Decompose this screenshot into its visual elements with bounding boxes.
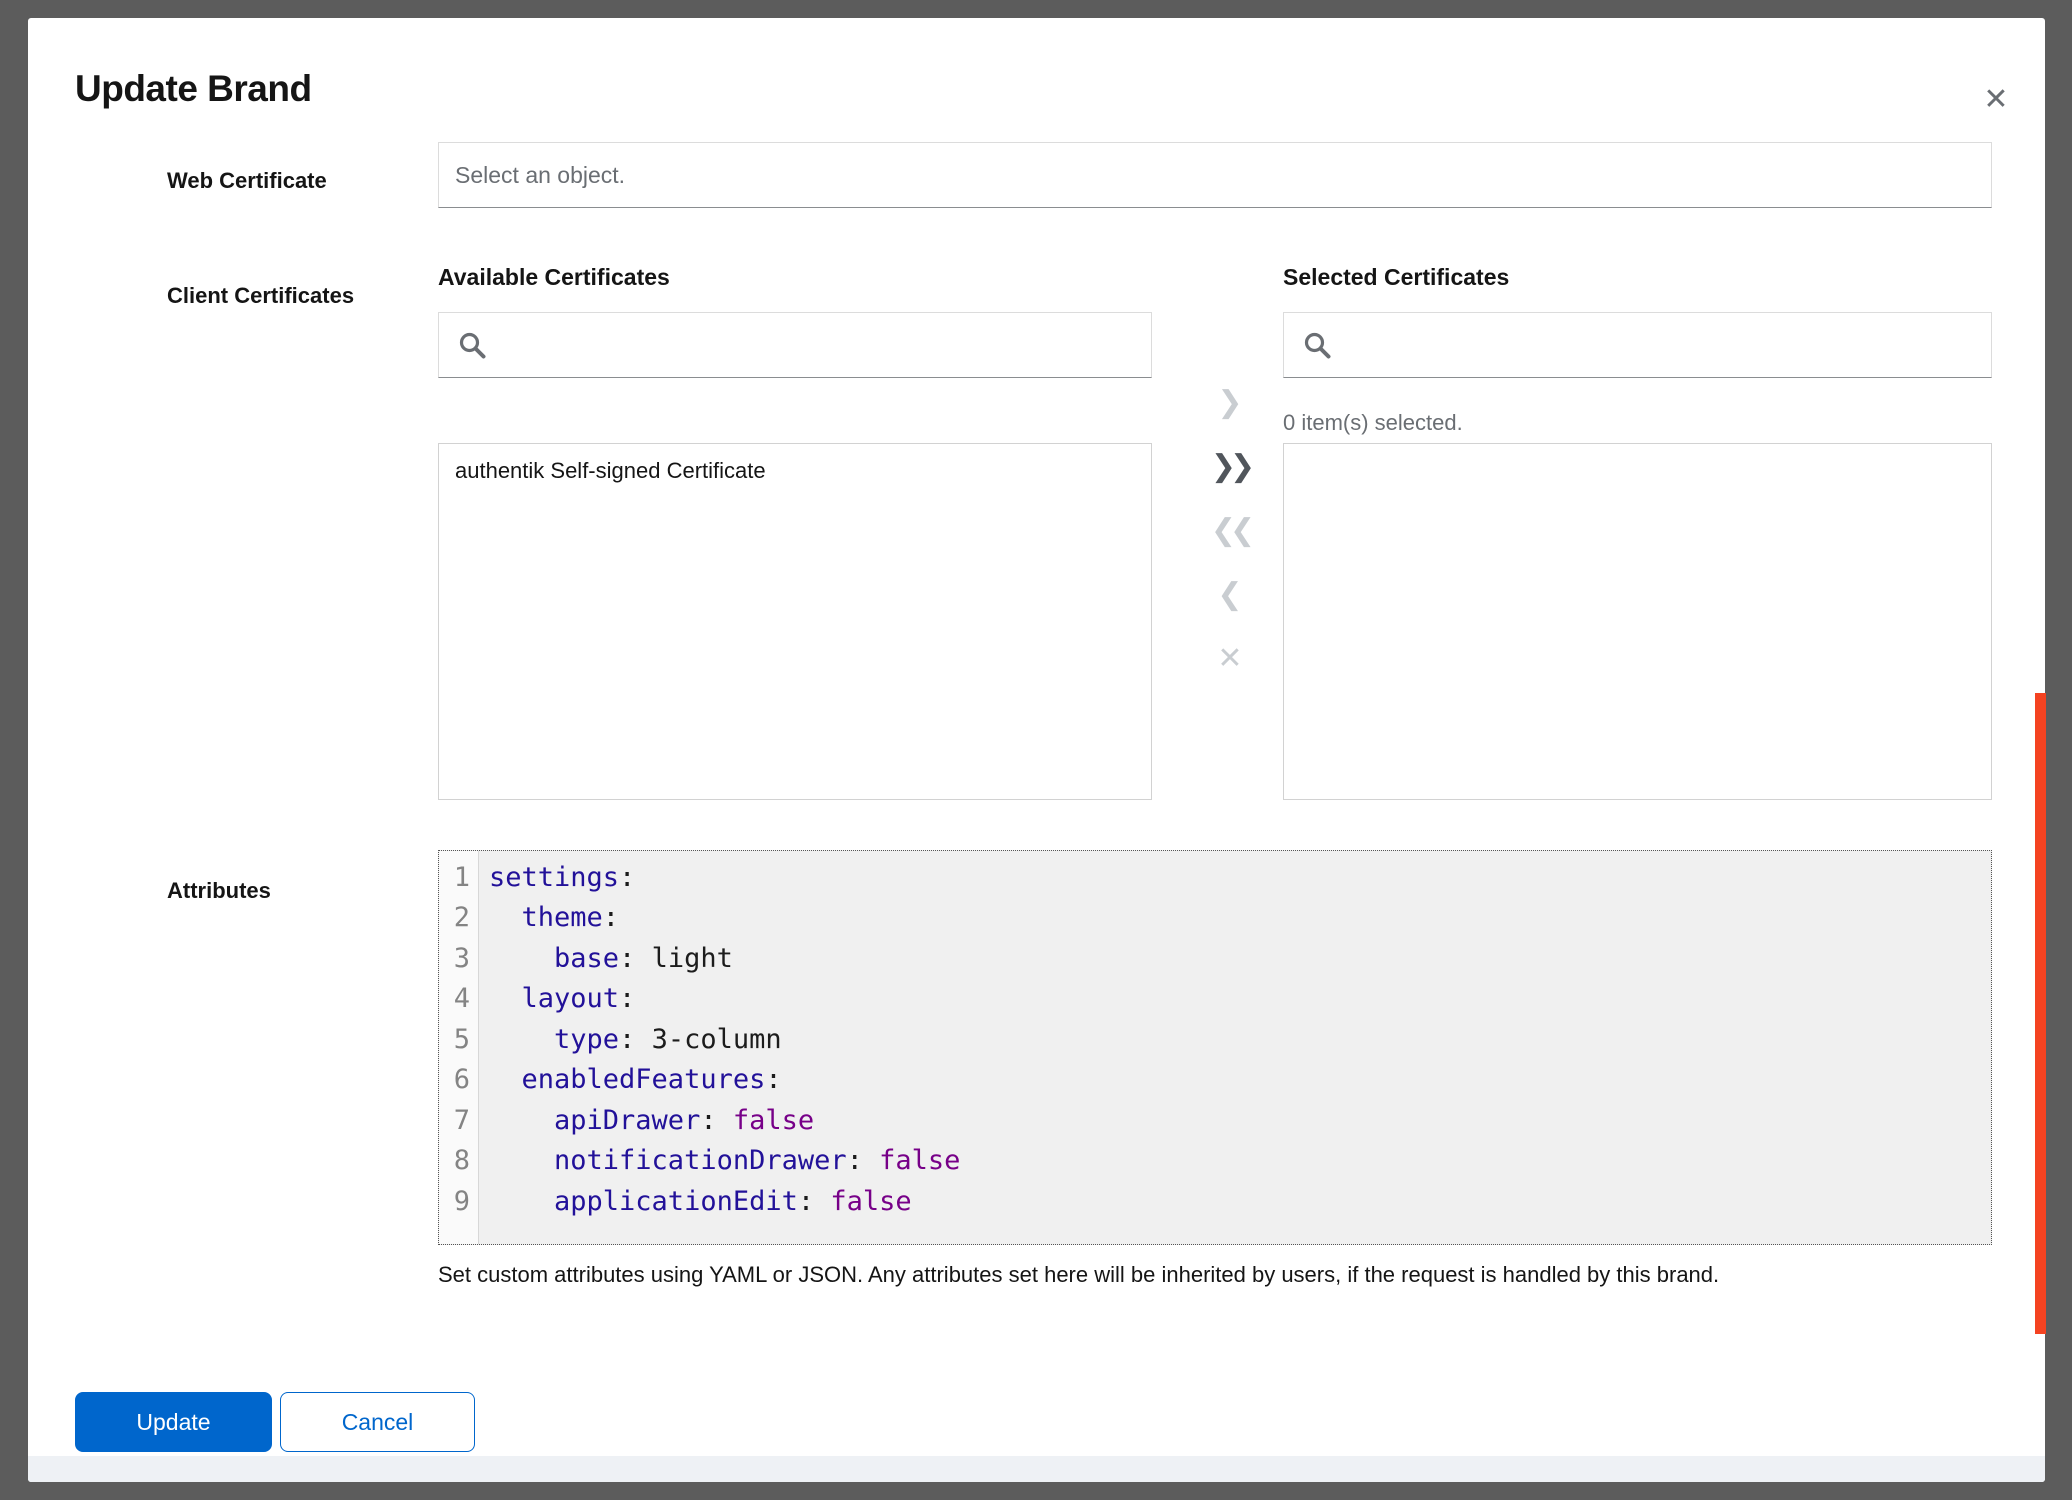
move-selected-left-button[interactable]: ❮: [1200, 563, 1260, 627]
search-icon: [1302, 330, 1332, 360]
code-text: settings:: [479, 862, 635, 893]
line-number: 3: [439, 943, 479, 974]
code-line: 8 notificationDrawer: false: [439, 1141, 1991, 1182]
dual-list-controls: ❯❯❯❮❮❮✕: [1200, 371, 1260, 691]
code-line: 6 enabledFeatures:: [439, 1060, 1991, 1101]
available-certificates-list: authentik Self-signed Certificate: [438, 443, 1152, 800]
selected-search-input[interactable]: [1346, 332, 1991, 358]
attributes-help-text: Set custom attributes using YAML or JSON…: [438, 1262, 1938, 1288]
code-line: 5 type: 3-column: [439, 1019, 1991, 1060]
move-all-right-button[interactable]: ❯❯: [1200, 435, 1260, 499]
code-text: layout:: [479, 983, 635, 1014]
line-number: 4: [439, 983, 479, 1014]
clear-selected-button[interactable]: ✕: [1200, 627, 1260, 691]
selected-count-status: 0 item(s) selected.: [1283, 410, 1463, 436]
line-number: 1: [439, 862, 479, 893]
web-certificate-select[interactable]: Select an object.: [438, 142, 1992, 208]
line-number: 8: [439, 1145, 479, 1176]
available-search-input[interactable]: [501, 332, 1151, 358]
code-line: 7 apiDrawer: false: [439, 1100, 1991, 1141]
client-certificates-label: Client Certificates: [167, 283, 354, 309]
code-text: applicationEdit: false: [479, 1186, 912, 1217]
list-item[interactable]: authentik Self-signed Certificate: [439, 444, 1151, 498]
available-certificates-header: Available Certificates: [438, 264, 670, 291]
attributes-code-editor[interactable]: 1settings:2 theme:3 base: light4 layout:…: [438, 850, 1992, 1245]
attributes-label: Attributes: [167, 878, 271, 904]
code-text: theme:: [479, 902, 619, 933]
line-number: 6: [439, 1064, 479, 1095]
search-icon: [457, 330, 487, 360]
close-button[interactable]: ✕: [1972, 76, 2020, 124]
cancel-button[interactable]: Cancel: [280, 1392, 475, 1452]
code-line: 2 theme:: [439, 898, 1991, 939]
code-text: base: light: [479, 943, 733, 974]
selected-certificates-header: Selected Certificates: [1283, 264, 1509, 291]
move-all-left-button[interactable]: ❮❮: [1200, 499, 1260, 563]
code-text: notificationDrawer: false: [479, 1145, 960, 1176]
line-number: 9: [439, 1186, 479, 1217]
page-title: Update Brand: [75, 68, 312, 110]
web-certificate-placeholder: Select an object.: [455, 162, 625, 189]
selected-search-box: [1283, 312, 1992, 378]
close-icon: ✕: [1983, 83, 2008, 116]
code-line: 1settings:: [439, 857, 1991, 898]
line-number: 7: [439, 1105, 479, 1136]
code-text: enabledFeatures:: [479, 1064, 782, 1095]
code-line: 4 layout:: [439, 979, 1991, 1020]
orange-accent-bar: [2035, 693, 2046, 1334]
code-text: apiDrawer: false: [479, 1105, 814, 1136]
selected-certificates-list: [1283, 443, 1992, 800]
web-certificate-label: Web Certificate: [167, 168, 327, 194]
code-text: type: 3-column: [479, 1024, 782, 1055]
code-lines: 1settings:2 theme:3 base: light4 layout:…: [439, 857, 1991, 1222]
update-button[interactable]: Update: [75, 1392, 272, 1452]
line-number: 5: [439, 1024, 479, 1055]
update-brand-modal: Update Brand ✕ Web Certificate Select an…: [28, 18, 2045, 1482]
code-line: 9 applicationEdit: false: [439, 1181, 1991, 1222]
line-number: 2: [439, 902, 479, 933]
move-selected-right-button[interactable]: ❯: [1200, 371, 1260, 435]
code-line: 3 base: light: [439, 938, 1991, 979]
available-search-box: [438, 312, 1152, 378]
modal-bottom-strip: [28, 1456, 2045, 1482]
